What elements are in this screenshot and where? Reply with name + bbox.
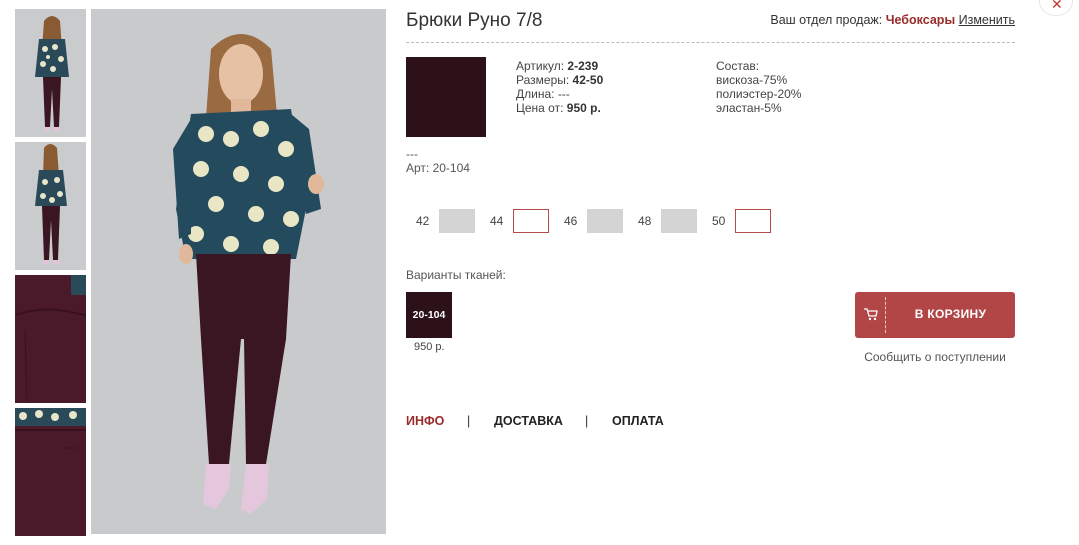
product-main-photo[interactable]: [91, 9, 386, 534]
tab-info[interactable]: ИНФО: [406, 414, 444, 428]
fabric-dash: ---: [406, 147, 418, 161]
thumbnail-detail-pocket[interactable]: [15, 275, 86, 403]
composition-item: эластан-5%: [716, 101, 782, 115]
size-quantity-box: [587, 209, 623, 233]
composition-item: вискоза-75%: [716, 73, 788, 87]
tab-payment[interactable]: ОПЛАТА: [612, 414, 664, 428]
spec-article: Артикул: 2-239: [516, 59, 599, 73]
thumbnail-list: [15, 9, 86, 541]
tab-separator: |: [585, 414, 589, 428]
tab-separator: |: [467, 414, 471, 428]
department-label: Ваш отдел продаж:: [770, 13, 883, 27]
product-composition: Состав: вискоза-75% полиэстер-20% эласта…: [716, 59, 801, 115]
thumbnail-front[interactable]: [15, 9, 86, 137]
thumbnail-detail-waist[interactable]: [15, 408, 86, 536]
size-quantity-input[interactable]: [735, 209, 771, 233]
notify-arrival-link[interactable]: Сообщить о поступлении: [855, 350, 1015, 364]
fabric-variants-label: Варианты тканей:: [406, 268, 506, 282]
spec-length: Длина: ---: [516, 87, 570, 101]
fabric-swatch-preview: [406, 57, 486, 137]
composition-item: полиэстер-20%: [716, 87, 802, 101]
fabric-variant-20-104[interactable]: 20-104: [406, 292, 452, 338]
department-city: Чебоксары: [885, 13, 956, 27]
size-quantity-input[interactable]: [513, 209, 549, 233]
product-title: Брюки Руно 7/8: [406, 10, 543, 31]
close-button[interactable]: ✕: [1039, 0, 1073, 16]
divider: [406, 42, 1015, 43]
fabric-variant-price: 950 р.: [414, 341, 445, 353]
change-department-link[interactable]: Изменить: [959, 13, 1015, 27]
thumbnail-back[interactable]: [15, 142, 86, 270]
add-to-cart-label: В КОРЗИНУ: [914, 307, 987, 321]
composition-title: Состав:: [716, 59, 760, 73]
size-quantity-box: [439, 209, 475, 233]
cart-icon: [864, 308, 878, 321]
spec-sizes: Размеры: 42-50: [516, 73, 604, 87]
spec-price: Цена от: 950 р.: [516, 101, 601, 115]
product-specs: Артикул: 2-239 Размеры: 42-50 Длина: ---…: [516, 59, 603, 115]
size-quantity-box: [661, 209, 697, 233]
sales-department: Ваш отдел продаж: Чебоксары Изменить: [770, 13, 1015, 27]
fabric-article: Арт: 20-104: [406, 161, 470, 175]
add-to-cart-button[interactable]: В КОРЗИНУ: [855, 292, 1015, 338]
tab-delivery[interactable]: ДОСТАВКА: [494, 414, 563, 428]
close-icon: ✕: [1051, 0, 1063, 12]
